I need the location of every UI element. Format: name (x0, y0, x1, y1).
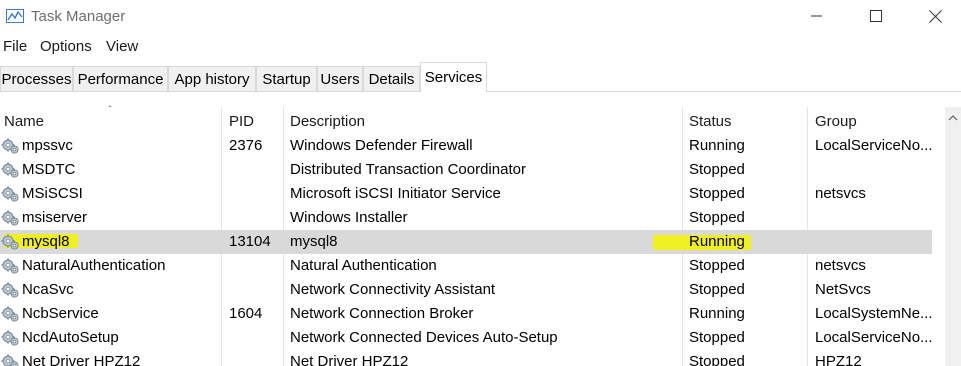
table-row[interactable]: msiserver Windows Installer Stopped (0, 206, 932, 230)
table-header: Name PID Description Status Group (0, 107, 945, 134)
scroll-up-icon[interactable] (945, 113, 961, 123)
service-status: Running (689, 233, 745, 250)
service-gear-icon (1, 257, 20, 275)
vertical-scrollbar[interactable] (945, 107, 961, 366)
close-icon (928, 9, 942, 23)
service-name: MSDTC (22, 161, 76, 178)
service-name: mpssvc (22, 137, 73, 154)
column-header-status[interactable]: Status (689, 113, 732, 130)
service-pid: 13104 (229, 233, 271, 250)
service-pid: 2376 (229, 137, 263, 154)
service-name: NcaSvc (22, 281, 74, 298)
service-name: NcbService (22, 305, 99, 322)
service-gear-icon (1, 209, 20, 227)
menu-file[interactable]: File (3, 38, 27, 55)
tab-performance[interactable]: Performance (73, 66, 168, 92)
task-manager-icon (6, 9, 24, 23)
service-status: Stopped (689, 185, 745, 202)
service-gear-icon (1, 329, 20, 347)
minimize-icon (811, 15, 822, 17)
service-description: Net Driver HPZ12 (290, 353, 409, 366)
menu-view[interactable]: View (106, 38, 138, 55)
table-row[interactable]: NcbService 1604 Network Connection Broker R… (0, 302, 932, 326)
service-status: Running (689, 305, 745, 322)
table-row[interactable]: mpssvc 2376 Windows Defender Firewall Runni… (0, 134, 932, 158)
minimize-button[interactable] (794, 0, 840, 32)
service-group: HPZ12 (815, 353, 862, 366)
tab-services[interactable]: Services (420, 62, 487, 92)
table-row[interactable]: NcaSvc Network Connectivity Assistant Stop… (0, 278, 932, 302)
service-group: netsvcs (815, 185, 866, 202)
service-description: Microsoft iSCSI Initiator Service (290, 185, 501, 202)
service-status: Stopped (689, 329, 745, 346)
column-header-pid[interactable]: PID (229, 113, 254, 130)
service-gear-icon (1, 353, 20, 366)
service-description: Windows Installer (290, 209, 408, 226)
service-group: LocalSystemNe... (815, 305, 932, 322)
service-group: NetSvcs (815, 281, 871, 298)
service-gear-icon (1, 305, 20, 323)
service-description: Network Connection Broker (290, 305, 474, 322)
service-description: mysql8 (290, 233, 338, 250)
service-status: Stopped (689, 209, 745, 226)
column-header-description[interactable]: Description (290, 113, 365, 130)
title-bar: Task Manager (0, 0, 961, 34)
service-name: NaturalAuthentication (22, 257, 166, 274)
service-status: Stopped (689, 161, 745, 178)
tab-details[interactable]: Details (363, 66, 420, 92)
service-gear-icon (1, 137, 20, 155)
table-row[interactable]: mysql8 13104 mysql8 Running (0, 230, 932, 254)
service-gear-icon (1, 281, 20, 299)
menu-options[interactable]: Options (40, 38, 92, 55)
service-name: mysql8 (22, 233, 70, 250)
service-status: Stopped (689, 257, 745, 274)
service-gear-icon (1, 233, 20, 251)
service-description: Distributed Transaction Coordinator (290, 161, 526, 178)
window-title: Task Manager (31, 8, 126, 25)
table-row[interactable]: MSiSCSI Microsoft iSCSI Initiator Service… (0, 182, 932, 206)
column-header-group[interactable]: Group (815, 113, 857, 130)
service-group: LocalServiceNo... (815, 329, 932, 346)
service-name: MSiSCSI (22, 185, 83, 202)
close-button[interactable] (912, 0, 958, 32)
table-row[interactable]: MSDTC Distributed Transaction Coordinator… (0, 158, 932, 182)
service-status: Stopped (689, 281, 745, 298)
service-group: netsvcs (815, 257, 866, 274)
service-status: Stopped (689, 353, 745, 366)
column-header-name[interactable]: Name (4, 113, 44, 130)
tab-strip: Processes Performance App history Startu… (0, 62, 961, 92)
maximize-button[interactable] (853, 0, 899, 32)
tab-users[interactable]: Users (317, 66, 363, 92)
service-name: NcdAutoSetup (22, 329, 119, 346)
service-description: Natural Authentication (290, 257, 437, 274)
service-gear-icon (1, 185, 20, 203)
table-row[interactable]: NcdAutoSetup Network Connected Devices Au… (0, 326, 932, 350)
tab-app-history[interactable]: App history (168, 66, 256, 92)
service-group: LocalServiceNo... (815, 137, 932, 154)
service-name: Net Driver HPZ12 (22, 353, 141, 366)
service-gear-icon (1, 161, 20, 179)
service-description: Network Connectivity Assistant (290, 281, 496, 298)
tab-startup[interactable]: Startup (256, 66, 317, 92)
service-description: Network Connected Devices Auto-Setup (290, 329, 558, 346)
table-row[interactable]: NaturalAuthentication Natural Authenticat… (0, 254, 932, 278)
table-row[interactable]: Net Driver HPZ12 Net Driver HPZ12 Stopped H… (0, 350, 932, 366)
service-pid: 1604 (229, 305, 263, 322)
service-name: msiserver (22, 209, 88, 226)
service-description: Windows Defender Firewall (290, 137, 473, 154)
service-status: Running (689, 137, 745, 154)
maximize-icon (869, 9, 882, 22)
tab-processes[interactable]: Processes (0, 66, 73, 92)
